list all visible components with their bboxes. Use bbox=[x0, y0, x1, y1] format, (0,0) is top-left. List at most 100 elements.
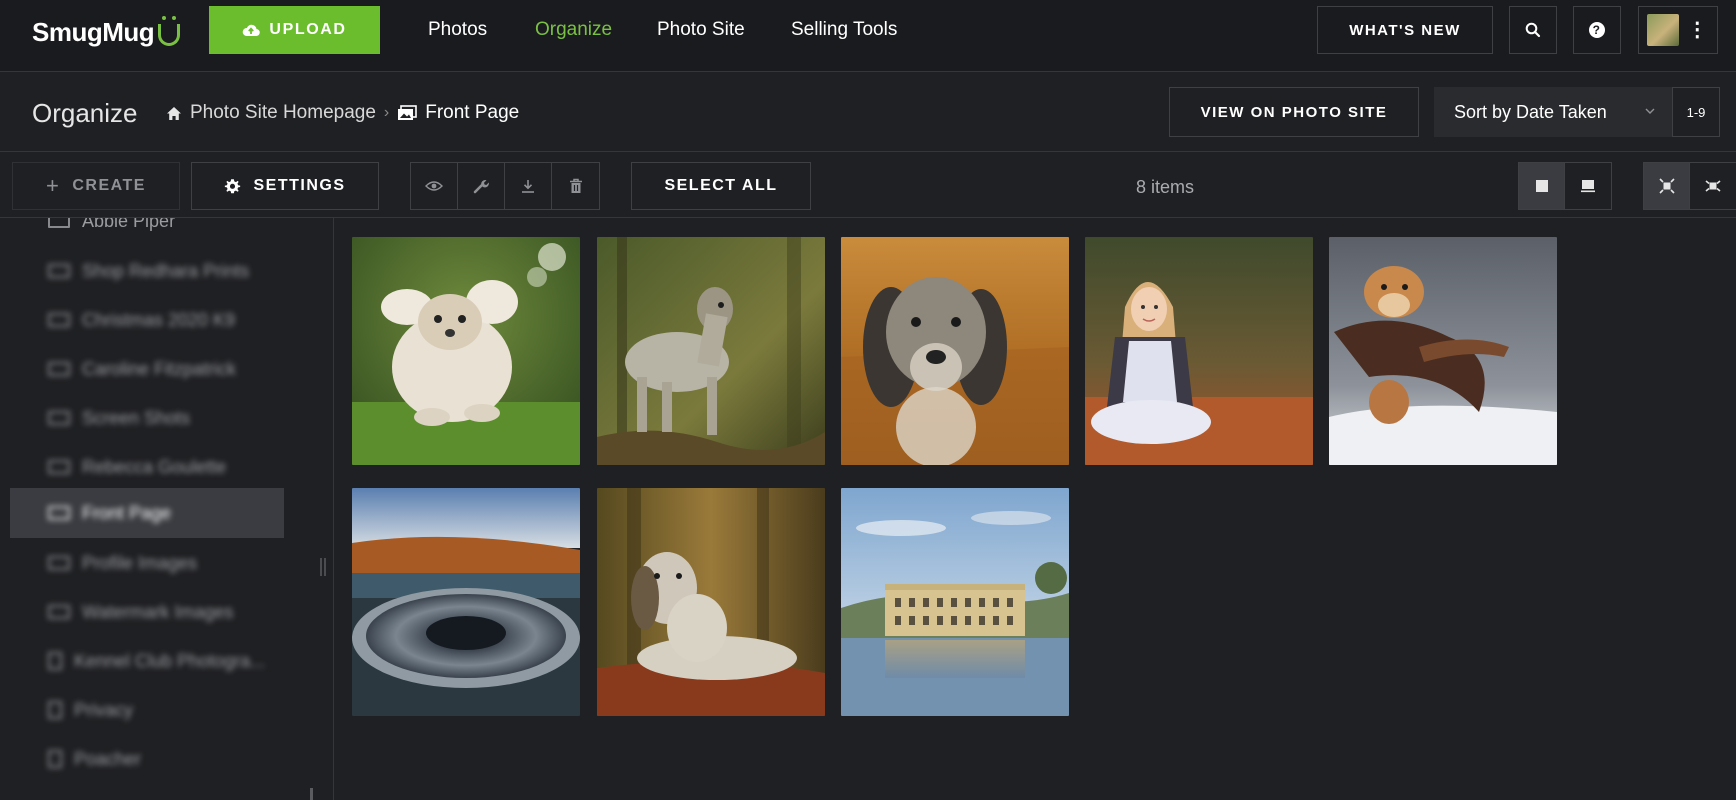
download-button[interactable] bbox=[505, 163, 552, 209]
sidebar-item[interactable]: Watermark Images bbox=[10, 587, 284, 637]
gallery-icon bbox=[48, 506, 70, 520]
sidebar-item[interactable]: Abbie Piper bbox=[10, 218, 284, 246]
page-icon bbox=[48, 750, 62, 768]
smugmug-logo[interactable]: SmugMug bbox=[32, 15, 181, 48]
sidebar-item-label: Poacher bbox=[74, 748, 142, 769]
photo-thumbnail[interactable] bbox=[352, 488, 580, 716]
gallery-icon bbox=[48, 313, 70, 327]
toolbar: + CREATE SETTINGS SELECT ALL 8 items bbox=[0, 152, 1736, 218]
page-title: Organize bbox=[32, 98, 138, 128]
sidebar-item[interactable]: Screen Shots bbox=[10, 393, 284, 443]
sidebar-item-front-page[interactable]: Front Page bbox=[10, 488, 284, 538]
settings-label: SETTINGS bbox=[253, 177, 346, 194]
photo-thumbnail[interactable] bbox=[1329, 237, 1557, 465]
top-nav: SmugMug UPLOAD Photos Organize Photo Sit… bbox=[0, 0, 1736, 72]
plus-icon: + bbox=[46, 173, 61, 198]
sidebar-item-label: Front Page bbox=[82, 502, 172, 523]
sort-dropdown[interactable]: Sort by Date Taken bbox=[1434, 87, 1672, 137]
breadcrumb-front-page: Front Page bbox=[425, 102, 520, 123]
item-range-indicator[interactable]: 1-9 bbox=[1672, 87, 1720, 137]
large-thumbnail-view-button[interactable] bbox=[1519, 163, 1565, 209]
upload-button[interactable]: UPLOAD bbox=[209, 6, 380, 54]
nav-photo-site[interactable]: Photo Site bbox=[657, 19, 745, 41]
photo-grid bbox=[352, 237, 1712, 717]
tools-button[interactable] bbox=[458, 163, 505, 209]
more-options-icon: ⋮ bbox=[1687, 19, 1709, 41]
sidebar-item-label: Screen Shots bbox=[82, 407, 191, 428]
visibility-button[interactable] bbox=[411, 163, 458, 209]
create-label: CREATE bbox=[72, 177, 146, 194]
photo-thumbnail[interactable] bbox=[597, 488, 825, 716]
sidebar-item[interactable]: Profile Images bbox=[10, 538, 284, 588]
smugmug-face-icon bbox=[158, 15, 181, 46]
nav-organize[interactable]: Organize bbox=[535, 19, 612, 41]
photo-thumbnail[interactable] bbox=[841, 237, 1069, 465]
large-thumbnail-icon bbox=[1535, 180, 1548, 192]
details-icon bbox=[1581, 180, 1595, 193]
gallery-icon bbox=[48, 218, 70, 228]
help-button[interactable]: ? bbox=[1573, 6, 1621, 54]
sidebar-item-label: Christmas 2020 K9 bbox=[82, 309, 236, 330]
gallery-icon bbox=[48, 362, 70, 376]
settings-button[interactable]: SETTINGS bbox=[191, 162, 379, 210]
details-view-button[interactable] bbox=[1565, 163, 1611, 209]
photo-thumbnail[interactable] bbox=[1085, 237, 1313, 465]
sidebar-item-label: Privacy bbox=[74, 699, 134, 720]
fit-icon bbox=[1705, 180, 1721, 192]
sidebar-item-label: Shop Redhara Prints bbox=[82, 260, 250, 281]
search-button[interactable] bbox=[1509, 6, 1557, 54]
sidebar-item[interactable]: Caroline Fitzpatrick bbox=[10, 344, 284, 394]
breadcrumb-photo-site-homepage[interactable]: Photo Site Homepage bbox=[190, 102, 376, 124]
item-count: 8 items bbox=[1135, 177, 1195, 197]
fit-thumbnails-button[interactable] bbox=[1690, 163, 1736, 209]
delete-button[interactable] bbox=[552, 163, 599, 209]
gallery-icon bbox=[48, 460, 70, 474]
organize-header: Organize Photo Site Homepage › Front Pag… bbox=[0, 72, 1736, 152]
sidebar-item-label: Kennel Club Photogra... bbox=[74, 650, 266, 671]
chevron-right-icon: › bbox=[383, 104, 390, 121]
gallery-icon bbox=[48, 411, 70, 425]
page-icon bbox=[48, 701, 62, 719]
trash-icon bbox=[569, 178, 582, 193]
upload-label: UPLOAD bbox=[269, 21, 347, 38]
sidebar-resize-handle[interactable] bbox=[320, 558, 326, 576]
fill-thumbnails-button[interactable] bbox=[1644, 163, 1690, 209]
select-all-button[interactable]: SELECT ALL bbox=[631, 162, 811, 210]
sidebar-item[interactable]: Christmas 2020 K9 bbox=[10, 295, 284, 345]
folder-sidebar: Abbie Piper Shop Redhara Prints Christma… bbox=[0, 218, 334, 800]
logo-text: SmugMug bbox=[32, 17, 155, 47]
gear-icon bbox=[225, 178, 241, 193]
sidebar-item-label: Profile Images bbox=[82, 552, 198, 573]
cloud-upload-icon bbox=[243, 24, 261, 37]
gallery-icon bbox=[48, 264, 70, 278]
page-icon bbox=[48, 652, 62, 670]
sidebar-item[interactable]: Shop Redhara Prints bbox=[10, 246, 284, 296]
sidebar-scrollbar[interactable] bbox=[310, 788, 313, 800]
nav-selling-tools[interactable]: Selling Tools bbox=[791, 19, 897, 41]
eye-icon bbox=[425, 181, 443, 191]
whats-new-button[interactable]: WHAT'S NEW bbox=[1317, 6, 1493, 54]
bulk-actions-group bbox=[410, 162, 600, 210]
chevron-down-icon bbox=[1645, 108, 1655, 114]
photo-thumbnail[interactable] bbox=[841, 488, 1069, 716]
sidebar-item[interactable]: Rebecca Goulette bbox=[10, 442, 284, 492]
create-button[interactable]: + CREATE bbox=[12, 162, 180, 210]
gallery-icon bbox=[398, 105, 418, 120]
sidebar-item-label: Caroline Fitzpatrick bbox=[82, 358, 237, 379]
download-icon bbox=[522, 180, 534, 193]
sort-label: Sort by Date Taken bbox=[1454, 101, 1607, 122]
nav-photos[interactable]: Photos bbox=[428, 19, 487, 41]
fit-mode-toggle bbox=[1643, 162, 1736, 210]
help-icon: ? bbox=[1589, 22, 1605, 38]
account-menu-button[interactable]: ⋮ bbox=[1638, 6, 1718, 54]
home-icon bbox=[167, 106, 181, 120]
photo-thumbnail[interactable] bbox=[352, 237, 580, 465]
sidebar-item[interactable]: Poacher bbox=[10, 734, 284, 784]
svg-text:?: ? bbox=[1593, 23, 1602, 37]
gallery-icon bbox=[48, 605, 70, 619]
sidebar-item[interactable]: Privacy bbox=[10, 685, 284, 735]
photo-thumbnail[interactable] bbox=[597, 237, 825, 465]
view-on-photo-site-button[interactable]: VIEW ON PHOTO SITE bbox=[1169, 87, 1419, 137]
sidebar-item[interactable]: Kennel Club Photogra... bbox=[10, 636, 284, 686]
sidebar-item-label: Rebecca Goulette bbox=[82, 456, 227, 477]
